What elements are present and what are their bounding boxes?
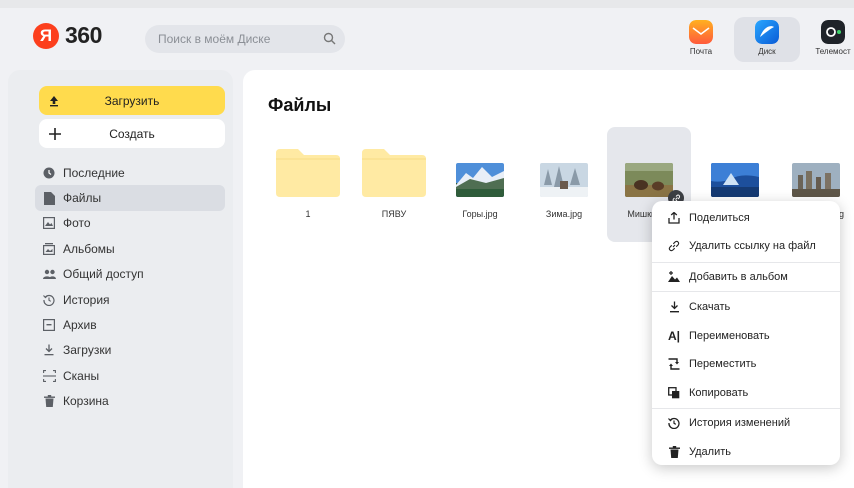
folder-icon <box>362 147 426 197</box>
app-disk-label: Диск <box>758 47 776 56</box>
sidebar-item-label: Загрузки <box>63 343 112 358</box>
downloads-icon <box>41 344 57 356</box>
window-top-strip <box>0 0 854 8</box>
app-disk[interactable]: Диск <box>734 17 800 62</box>
menu-item-label: История изменений <box>689 417 791 429</box>
add-album-icon <box>667 271 681 283</box>
file-tile-folder-pyavu[interactable]: ПЯВУ <box>352 127 436 242</box>
image-thumbnail <box>617 147 681 197</box>
history-icon <box>667 417 681 429</box>
file-icon <box>41 191 57 205</box>
file-name: ПЯВУ <box>381 209 407 219</box>
menu-item-label: Добавить в альбом <box>689 271 788 283</box>
sidebar-nav: Последние Файлы Фото Альбомы Общий досту… <box>35 160 231 414</box>
menu-divider <box>652 291 840 292</box>
folder-icon <box>276 147 340 197</box>
menu-item-rename[interactable]: A| Переименовать <box>652 322 840 350</box>
sidebar-item-label: Архив <box>63 318 97 333</box>
disk-icon <box>755 20 779 44</box>
context-menu: Поделиться Удалить ссылку на файл Добави… <box>652 201 840 465</box>
sidebar: Загрузить Создать Последние Файлы Фото А… <box>8 70 233 488</box>
trash-icon <box>41 395 57 408</box>
sidebar-item-albums[interactable]: Альбомы <box>41 236 231 261</box>
menu-item-download[interactable]: Скачать <box>652 293 840 321</box>
menu-item-label: Копировать <box>689 387 749 399</box>
sidebar-item-downloads[interactable]: Загрузки <box>41 338 231 363</box>
file-name: 1 <box>305 209 311 219</box>
sidebar-item-trash[interactable]: Корзина <box>41 389 231 414</box>
delete-icon <box>667 446 681 458</box>
page-title: Файлы <box>268 95 332 115</box>
mail-icon <box>689 20 713 44</box>
sidebar-item-scans[interactable]: Сканы <box>41 363 231 388</box>
download-icon <box>667 301 681 313</box>
photo-icon <box>41 217 57 230</box>
menu-item-remove-link[interactable]: Удалить ссылку на файл <box>652 232 840 260</box>
scan-icon <box>41 369 57 382</box>
logo-text: 360 <box>65 22 102 48</box>
sidebar-item-label: Общий доступ <box>63 267 144 282</box>
sidebar-item-label: Фото <box>63 216 91 231</box>
sidebar-item-photo[interactable]: Фото <box>41 211 231 236</box>
albums-icon <box>41 242 57 255</box>
create-label: Создать <box>109 126 155 141</box>
file-name: Горы.jpg <box>462 209 498 219</box>
menu-item-add-to-album[interactable]: Добавить в альбом <box>652 263 840 291</box>
sidebar-item-history[interactable]: История <box>41 287 231 312</box>
sidebar-item-recent[interactable]: Последние <box>41 160 231 185</box>
menu-item-label: Поделиться <box>689 212 750 224</box>
image-thumbnail <box>448 147 512 197</box>
unlink-icon <box>667 240 681 252</box>
move-icon <box>667 358 681 370</box>
create-button[interactable]: Создать <box>39 119 225 148</box>
menu-item-label: Удалить <box>689 446 731 458</box>
sidebar-item-label: Сканы <box>63 368 100 383</box>
image-thumbnail <box>532 147 596 197</box>
app-telemost[interactable]: Телемост <box>800 17 854 62</box>
shared-icon <box>41 269 57 280</box>
menu-item-delete[interactable]: Удалить <box>652 438 840 466</box>
menu-item-label: Переместить <box>689 358 757 370</box>
sidebar-item-label: Альбомы <box>63 241 115 256</box>
app-telemost-label: Телемост <box>815 47 851 56</box>
search-icon[interactable] <box>323 32 336 50</box>
sidebar-item-files[interactable]: Файлы <box>35 185 225 211</box>
archive-icon <box>41 319 57 332</box>
logo-badge: Я <box>33 22 59 49</box>
menu-item-copy[interactable]: Копировать <box>652 379 840 407</box>
menu-item-label: Удалить ссылку на файл <box>689 240 816 252</box>
menu-item-move[interactable]: Переместить <box>652 350 840 378</box>
telemost-icon <box>821 20 845 44</box>
menu-item-label: Переименовать <box>689 330 770 342</box>
menu-item-share[interactable]: Поделиться <box>652 204 840 232</box>
sidebar-item-shared[interactable]: Общий доступ <box>41 262 231 287</box>
image-thumbnail <box>788 147 844 197</box>
file-tile-gory[interactable]: Горы.jpg <box>438 127 522 242</box>
sidebar-item-archive[interactable]: Архив <box>41 312 231 337</box>
app-mail[interactable]: Почта <box>668 17 734 62</box>
upload-button[interactable]: Загрузить <box>39 86 225 115</box>
history-icon <box>41 294 57 306</box>
apps-switcher: Почта Диск Телемост <box>668 17 854 62</box>
yandex-360-logo[interactable]: Я 360 <box>33 22 102 49</box>
copy-icon <box>667 387 681 399</box>
sidebar-item-label: История <box>63 292 110 307</box>
clock-icon <box>41 167 57 179</box>
file-tile-zima[interactable]: Зима.jpg <box>522 127 606 242</box>
image-thumbnail <box>703 147 767 197</box>
menu-item-label: Скачать <box>689 301 731 313</box>
sidebar-item-label: Последние <box>63 165 125 180</box>
sidebar-item-label: Файлы <box>63 191 102 206</box>
rename-icon: A| <box>667 329 681 343</box>
upload-label: Загрузить <box>104 93 160 108</box>
file-name: Зима.jpg <box>545 209 583 219</box>
sidebar-item-label: Корзина <box>63 394 109 409</box>
file-tile-folder-1[interactable]: 1 <box>266 127 350 242</box>
search-box[interactable] <box>145 25 345 53</box>
search-input[interactable] <box>158 32 308 46</box>
menu-item-version-history[interactable]: История изменений <box>652 409 840 437</box>
share-icon <box>667 212 681 224</box>
app-mail-label: Почта <box>689 47 713 56</box>
